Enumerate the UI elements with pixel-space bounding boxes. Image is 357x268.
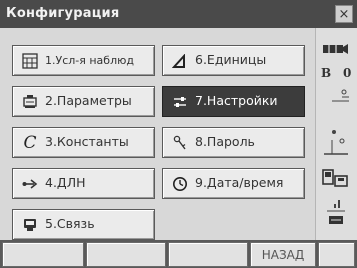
menu-item-label: 3.Константы xyxy=(45,134,129,150)
menu-item-label: 2.Параметры xyxy=(45,93,132,109)
menu-item-date-time[interactable]: 9.Дата/время xyxy=(162,168,305,199)
menu-item-communication[interactable]: 5.Связь xyxy=(12,209,155,240)
instrument-parameters-icon xyxy=(21,93,39,111)
menu-item-label: 1.Усл-я наблюд xyxy=(45,54,134,67)
window-title: Конфигурация xyxy=(6,6,120,21)
menu-item-password[interactable]: 8.Пароль xyxy=(162,127,305,158)
config-menu: 1.Усл-я наблюд 2.Параметры C 3.Константы… xyxy=(0,28,315,240)
settings-icon xyxy=(171,93,189,111)
memory-card-icon xyxy=(321,168,351,192)
communication-icon xyxy=(21,216,39,234)
back-button[interactable]: НАЗАД xyxy=(250,242,316,267)
menu-item-label: 4.ДЛН xyxy=(45,175,86,191)
battery-icon xyxy=(321,40,351,59)
softkey-2[interactable] xyxy=(86,242,166,267)
menu-item-parameters[interactable]: 2.Параметры xyxy=(12,86,155,117)
title-bar: Конфигурация × xyxy=(0,0,357,28)
menu-item-observation-conditions[interactable]: 1.Усл-я наблюд xyxy=(12,45,155,76)
status-sidebar: B 0 xyxy=(315,28,357,240)
sensor-letter: B xyxy=(321,66,332,80)
menu-item-constants[interactable]: C 3.Константы xyxy=(12,127,155,158)
sensor-value: 0 xyxy=(343,66,352,80)
softkey-3[interactable] xyxy=(168,242,248,267)
distance-icon xyxy=(21,175,39,193)
menu-item-label: 8.Пароль xyxy=(195,134,255,150)
menu-item-label: 6.Единицы xyxy=(195,52,267,68)
close-button[interactable]: × xyxy=(335,5,353,23)
softkey-5[interactable] xyxy=(318,242,355,267)
units-icon xyxy=(171,52,189,70)
signal-icon xyxy=(325,198,347,232)
menu-item-settings[interactable]: 7.Настройки xyxy=(162,86,305,117)
level-icon xyxy=(322,136,350,162)
password-key-icon xyxy=(171,134,189,152)
softkey-bar: НАЗАД xyxy=(0,240,357,268)
softkey-1[interactable] xyxy=(2,242,84,267)
menu-item-distance[interactable]: 4.ДЛН xyxy=(12,168,155,199)
date-time-icon xyxy=(171,175,189,193)
constants-icon: C xyxy=(23,132,37,153)
observation-conditions-icon xyxy=(21,52,39,70)
menu-item-label: 5.Связь xyxy=(45,216,95,232)
tilt-icon xyxy=(329,88,351,107)
menu-item-label: 9.Дата/время xyxy=(195,175,284,191)
menu-item-units[interactable]: 6.Единицы xyxy=(162,45,305,76)
menu-item-label: 7.Настройки xyxy=(195,93,278,109)
